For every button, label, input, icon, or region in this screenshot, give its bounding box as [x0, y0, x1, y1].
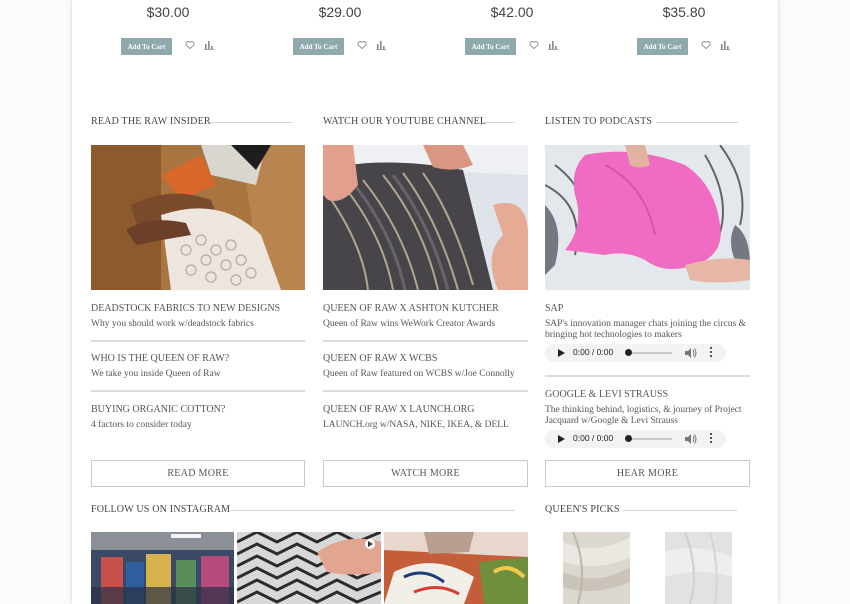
picks-heading: QUEEN'S PICKS — [545, 504, 620, 515]
audio-progress-track[interactable] — [628, 438, 672, 440]
instagram-heading: FOLLOW US ON INSTAGRAM — [91, 504, 231, 515]
podcasts-heading: LISTEN TO PODCASTS — [545, 116, 653, 127]
heart-icon[interactable] — [529, 40, 539, 50]
podcast-image[interactable] — [545, 145, 750, 290]
heading-rule — [483, 122, 515, 123]
product-card: $42.00 Add To Cart — [442, 0, 582, 60]
youtube-heading: WATCH OUR YOUTUBE CHANNEL — [323, 116, 487, 127]
audio-time: 0:00 / 0:00 — [573, 347, 614, 357]
more-vertical-icon[interactable] — [709, 433, 713, 445]
entry-subtitle: SAP's innovation manager chats joining t… — [545, 319, 746, 340]
watch-more-button[interactable]: WATCH MORE — [323, 460, 528, 487]
bar-chart-icon[interactable] — [204, 40, 214, 50]
audio-player[interactable]: 0:00 / 0:00 — [545, 430, 726, 448]
add-to-cart-button[interactable]: Add To Cart — [121, 38, 172, 55]
audio-progress-knob[interactable] — [625, 349, 632, 356]
instagram-post[interactable] — [237, 532, 381, 604]
insider-entry[interactable]: DEADSTOCK FABRICS TO NEW DESIGNS Why you… — [91, 303, 305, 330]
entry-title[interactable]: GOOGLE & LEVI STRAUSS — [545, 389, 755, 400]
add-to-cart-button[interactable]: Add To Cart — [293, 38, 344, 55]
heading-rule — [623, 510, 737, 511]
insider-entry[interactable]: WHO IS THE QUEEN OF RAW? We take you ins… — [91, 353, 305, 380]
podcast-entry[interactable]: SAP SAP's innovation manager chats joini… — [545, 303, 755, 341]
youtube-image[interactable] — [323, 145, 528, 290]
entry-title[interactable]: SAP — [545, 303, 755, 314]
product-card: $29.00 Add To Cart — [270, 0, 410, 60]
product-strip: $30.00 Add To Cart $29.00 Add To Cart $4… — [72, 0, 778, 60]
insider-entry[interactable]: BUYING ORGANIC COTTON? 4 factors to cons… — [91, 404, 305, 431]
entry-subtitle: The thinking behind, logistics, & journe… — [545, 405, 742, 426]
insider-heading: READ THE RAW INSIDER — [91, 116, 211, 127]
page-container: $30.00 Add To Cart $29.00 Add To Cart $4… — [72, 0, 778, 604]
entry-divider — [323, 340, 528, 342]
entry-title[interactable]: BUYING ORGANIC COTTON? — [91, 404, 305, 415]
youtube-entry[interactable]: QUEEN OF RAW X ASHTON KUTCHER Queen of R… — [323, 303, 528, 330]
volume-icon[interactable] — [685, 434, 697, 444]
entry-subtitle: Queen of Raw featured on WCBS w/Joe Conn… — [323, 369, 515, 379]
heart-icon[interactable] — [357, 40, 367, 50]
add-to-cart-button[interactable]: Add To Cart — [465, 38, 516, 55]
instagram-post[interactable] — [91, 532, 234, 604]
entry-subtitle: 4 factors to consider today — [91, 420, 192, 430]
heart-icon[interactable] — [185, 40, 195, 50]
instagram-post[interactable] — [384, 532, 528, 604]
audio-player[interactable]: 0:00 / 0:00 — [545, 344, 726, 362]
read-more-button[interactable]: READ MORE — [91, 460, 305, 487]
audio-progress-track[interactable] — [628, 352, 672, 354]
product-card: $35.80 Add To Cart — [614, 0, 754, 60]
pick-item-image[interactable] — [563, 532, 630, 604]
entry-divider — [91, 340, 305, 342]
more-vertical-icon[interactable] — [709, 347, 713, 359]
entry-divider — [545, 375, 750, 377]
entry-divider — [91, 390, 305, 392]
bar-chart-icon[interactable] — [720, 40, 730, 50]
podcast-entry[interactable]: GOOGLE & LEVI STRAUSS The thinking behin… — [545, 389, 755, 427]
play-icon[interactable] — [558, 349, 565, 357]
heart-icon[interactable] — [701, 40, 711, 50]
add-to-cart-button[interactable]: Add To Cart — [637, 38, 688, 55]
pick-item-image[interactable] — [665, 532, 732, 604]
entry-subtitle: Why you should work w/deadstock fabrics — [91, 319, 254, 329]
youtube-entry[interactable]: QUEEN OF RAW X LAUNCH.ORG LAUNCH.org w/N… — [323, 404, 528, 431]
entry-title[interactable]: WHO IS THE QUEEN OF RAW? — [91, 353, 305, 364]
hear-more-button[interactable]: HEAR MORE — [545, 460, 750, 487]
volume-icon[interactable] — [685, 348, 697, 358]
audio-progress-knob[interactable] — [625, 435, 632, 442]
product-price: $42.00 — [490, 4, 534, 20]
product-price: $29.00 — [318, 4, 362, 20]
entry-title[interactable]: QUEEN OF RAW X ASHTON KUTCHER — [323, 303, 528, 314]
entry-subtitle: LAUNCH.org w/NASA, NIKE, IKEA, & DELL — [323, 420, 509, 430]
entry-title[interactable]: QUEEN OF RAW X LAUNCH.ORG — [323, 404, 528, 415]
entry-subtitle: We take you inside Queen of Raw — [91, 369, 221, 379]
entry-subtitle: Queen of Raw wins WeWork Creator Awards — [323, 319, 496, 329]
play-icon[interactable] — [558, 435, 565, 443]
audio-time: 0:00 / 0:00 — [573, 433, 614, 443]
insider-image[interactable] — [91, 145, 305, 290]
youtube-entry[interactable]: QUEEN OF RAW X WCBS Queen of Raw feature… — [323, 353, 528, 380]
bar-chart-icon[interactable] — [376, 40, 386, 50]
entry-title[interactable]: QUEEN OF RAW X WCBS — [323, 353, 528, 364]
heading-rule — [210, 122, 292, 123]
product-price: $30.00 — [146, 4, 190, 20]
heading-rule — [230, 510, 515, 511]
heading-rule — [656, 122, 738, 123]
product-price: $35.80 — [662, 4, 706, 20]
entry-title[interactable]: DEADSTOCK FABRICS TO NEW DESIGNS — [91, 303, 305, 314]
product-card: $30.00 Add To Cart — [98, 0, 238, 60]
entry-divider — [323, 390, 528, 392]
bar-chart-icon[interactable] — [548, 40, 558, 50]
